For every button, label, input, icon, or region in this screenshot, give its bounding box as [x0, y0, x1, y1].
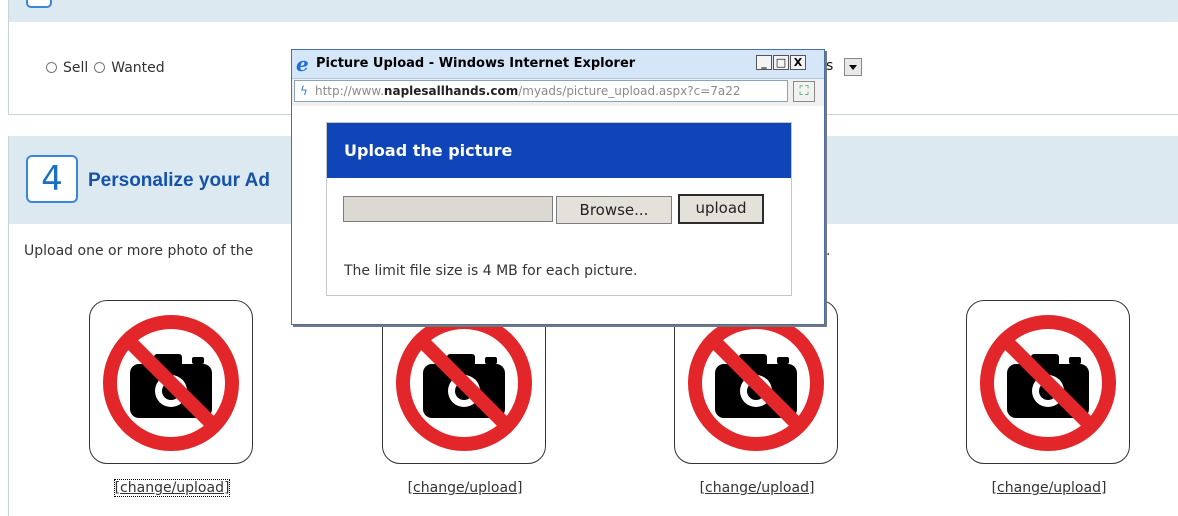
photo-placeholder[interactable]	[89, 300, 253, 464]
maximize-button[interactable]: □	[773, 55, 789, 70]
no-camera-icon	[688, 315, 824, 451]
change-upload-link-text[interactable]: [change/upload]	[408, 480, 523, 496]
minimize-button[interactable]: _	[756, 55, 772, 70]
wanted-radio[interactable]	[94, 61, 106, 73]
file-path-input[interactable]	[343, 196, 553, 222]
no-camera-icon	[396, 315, 532, 451]
page-icon: ϟ	[300, 84, 308, 98]
upload-instructions: Upload one or more photo of the	[24, 243, 254, 259]
picture-upload-window: e Picture Upload - Windows Internet Expl…	[291, 49, 825, 325]
upload-button[interactable]: upload	[678, 194, 764, 224]
previous-section-band	[8, 0, 1178, 22]
change-upload-link[interactable]: [change/upload]	[966, 480, 1132, 496]
chevron-down-icon[interactable]	[844, 58, 862, 76]
address-field[interactable]: ϟ http://www.naplesallhands.com/myads/pi…	[294, 80, 788, 102]
security-report-icon[interactable]: ⛶	[793, 81, 815, 102]
panel-heading: Upload the picture	[344, 141, 513, 160]
url-prefix: http://www.	[315, 84, 384, 98]
no-camera-icon	[980, 315, 1116, 451]
category-select-value: s	[826, 58, 834, 74]
step-number-badge: 4	[26, 155, 78, 203]
url-domain: naplesallhands.com	[383, 84, 519, 98]
close-button[interactable]: X	[790, 55, 806, 70]
section-divider	[8, 224, 9, 516]
change-upload-link[interactable]: [change/upload]	[674, 480, 840, 496]
url-path: /myads/picture_upload.aspx?c=7a22	[518, 84, 741, 98]
upload-instructions-tail: .	[826, 243, 831, 259]
section-title: Personalize your Ad	[88, 170, 270, 191]
no-camera-icon	[103, 315, 239, 451]
file-size-limit-text: The limit file size is 4 MB for each pic…	[344, 263, 638, 279]
panel-header: Upload the picture	[327, 123, 791, 178]
change-upload-link-text[interactable]: [change/upload]	[113, 479, 231, 497]
sell-radio[interactable]	[46, 61, 57, 73]
window-titlebar[interactable]: e Picture Upload - Windows Internet Expl…	[292, 50, 824, 79]
change-upload-link-text[interactable]: [change/upload]	[700, 480, 815, 496]
sell-radio-label[interactable]: Sell	[63, 60, 88, 76]
address-bar: ϟ http://www.naplesallhands.com/myads/pi…	[294, 80, 822, 104]
ad-type-radio-group: Sell Wanted	[46, 60, 171, 76]
address-url: http://www.naplesallhands.com/myads/pict…	[315, 84, 741, 98]
internet-explorer-icon: e	[296, 52, 309, 76]
change-upload-link[interactable]: [change/upload]	[89, 479, 255, 497]
wanted-radio-label[interactable]: Wanted	[111, 60, 164, 76]
change-upload-link-text[interactable]: [change/upload]	[992, 480, 1107, 496]
upload-panel: Upload the picture Browse... upload The …	[326, 122, 792, 296]
previous-step-number-box	[26, 0, 52, 8]
photo-placeholder[interactable]	[966, 300, 1130, 464]
browse-button[interactable]: Browse...	[556, 196, 672, 224]
change-upload-link[interactable]: [change/upload]	[382, 480, 548, 496]
window-title: Picture Upload - Windows Internet Explor…	[316, 56, 636, 71]
window-content: Upload the picture Browse... upload The …	[292, 106, 824, 324]
